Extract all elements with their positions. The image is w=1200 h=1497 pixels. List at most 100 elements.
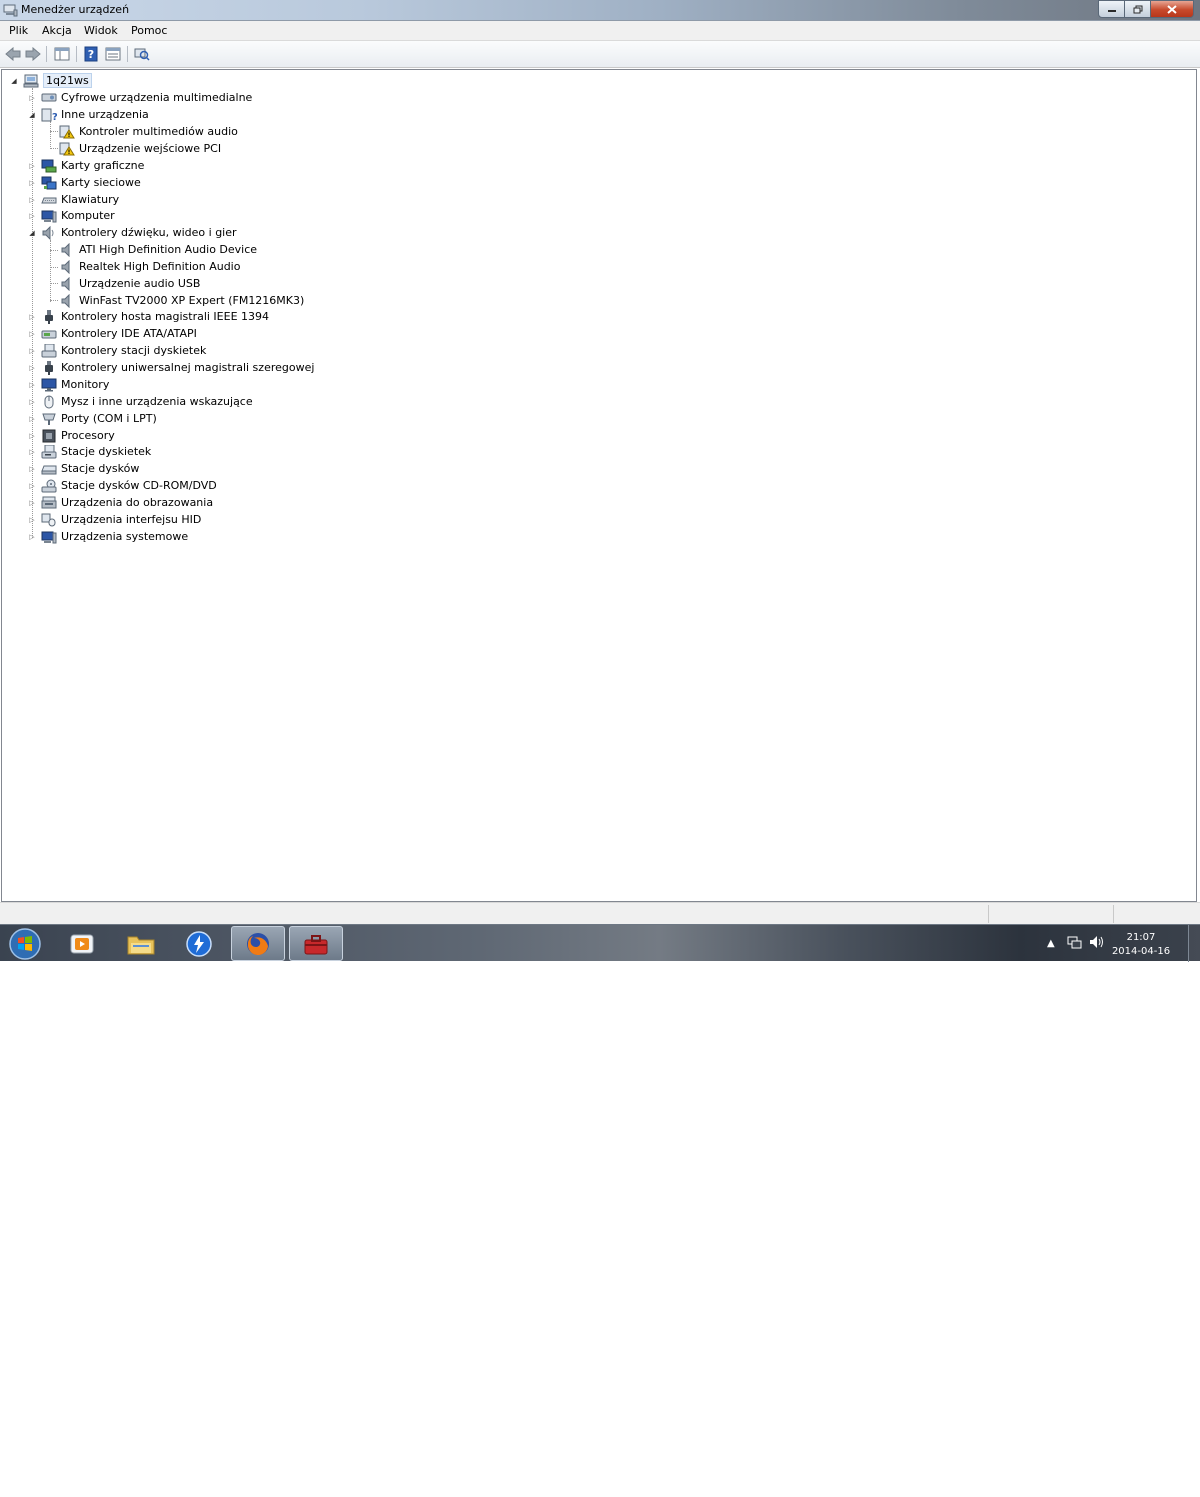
maximize-button[interactable] [1124,0,1151,18]
tree-item-ieee1394-controllers[interactable]: ▷ Kontrolery hosta magistrali IEEE 1394 [27,308,269,325]
expand-arrow-icon[interactable]: ▷ [27,414,37,424]
expand-arrow-icon[interactable]: ▷ [27,431,37,441]
device-manager-icon [3,3,18,17]
expand-arrow-icon[interactable]: ▷ [27,464,37,474]
help-button[interactable]: ? [82,45,100,63]
media-player-icon [70,934,94,953]
tree-item-disk-drives[interactable]: ▷ Stacje dysków [27,460,139,477]
console-tree-icon [54,47,70,61]
tree-item-ports[interactable]: ▷ Porty (COM i LPT) [27,410,157,427]
media-device-icon [41,91,57,105]
status-separator [1113,905,1114,923]
tree-item-pci-input-device[interactable]: Urządzenie wejściowe PCI [55,140,221,157]
expand-arrow-icon[interactable]: ▷ [27,397,37,407]
tree-item-digital-media[interactable]: ▷ Cyfrowe urządzenia multimedialne [27,89,252,106]
start-button[interactable] [5,927,45,960]
forward-button[interactable] [24,45,42,63]
show-desktop-button[interactable] [1188,925,1200,962]
tree-item-computer[interactable]: ▷ Komputer [27,207,115,224]
tree-item-audio-multimedia-controller[interactable]: Kontroler multimediów audio [55,123,238,140]
tree-item-ide-controllers[interactable]: ▷ Kontrolery IDE ATA/ATAPI [27,325,197,342]
expand-arrow-icon[interactable]: ▷ [27,498,37,508]
properties-button[interactable] [104,45,122,63]
display-adapter-icon [41,159,57,173]
clock[interactable]: 21:07 2014-04-16 [1106,931,1176,959]
expand-arrow-icon[interactable]: ▷ [27,447,37,457]
minimize-button[interactable] [1098,0,1125,18]
tree-item-cdrom-drives[interactable]: ▷ Stacje dysków CD-ROM/DVD [27,477,217,494]
expand-arrow-icon[interactable]: ▷ [27,346,37,356]
tree-item-keyboards[interactable]: ▷ Klawiatury [27,191,119,208]
expand-arrow-icon[interactable]: ▷ [27,161,37,171]
expand-arrow-icon[interactable]: ▷ [27,195,37,205]
menu-widok[interactable]: Widok [84,24,118,37]
tree-item-monitors[interactable]: ▷ Monitory [27,376,109,393]
tree-item-network-adapters[interactable]: ▷ Karty sieciowe [27,174,141,191]
taskbar-daemon-tools[interactable] [172,926,226,961]
collapse-arrow-icon[interactable]: ◢ [9,76,19,86]
expand-arrow-icon[interactable]: ▷ [27,211,37,221]
expand-arrow-icon[interactable]: ▷ [27,178,37,188]
device-tree[interactable]: ◢ 1q21ws ▷ Cyfrowe urządzenia multimedia… [1,69,1197,902]
show-hidden-icons-arrow[interactable]: ▲ [1047,938,1055,949]
close-button[interactable] [1150,0,1194,18]
tree-item-label: Porty (COM i LPT) [61,412,157,425]
network-icon[interactable] [1067,935,1083,952]
back-button[interactable] [4,45,22,63]
tree-item-imaging-devices[interactable]: ▷ Urządzenia do obrazowania [27,494,213,511]
toolbox-icon [304,934,328,954]
window-title: Menedżer urządzeń [21,3,130,16]
tree-item-label: Kontrolery hosta magistrali IEEE 1394 [61,310,270,323]
tree-item-sound-video-game-controllers[interactable]: ◢ Kontrolery dźwięku, wideo i gier [27,224,237,241]
tree-item-usb-controllers[interactable]: ▷ Kontrolery uniwersalnej magistrali sze… [27,359,314,376]
tree-item-hid-devices[interactable]: ▷ Urządzenia interfejsu HID [27,511,201,528]
menu-pomoc[interactable]: Pomoc [131,24,167,37]
show-hide-console-tree-button[interactable] [53,45,71,63]
scan-hardware-icon [134,48,150,61]
tree-item-floppy-drives[interactable]: ▷ Stacje dyskietek [27,443,151,460]
collapse-arrow-icon[interactable]: ◢ [27,110,37,120]
expand-arrow-icon[interactable]: ▷ [27,380,37,390]
tree-root-computer[interactable]: ◢ 1q21ws [9,72,92,89]
arrow-right-icon [25,47,41,61]
tree-item-ati-hd-audio[interactable]: ATI High Definition Audio Device [55,241,257,258]
title-bar[interactable]: Menedżer urządzeń [0,0,1200,21]
tree-item-mice[interactable]: ▷ Mysz i inne urządzenia wskazujące [27,393,253,410]
tree-item-usb-audio[interactable]: Urządzenie audio USB [55,275,200,292]
tree-item-system-devices[interactable]: ▷ Urządzenia systemowe [27,528,188,545]
volume-icon[interactable] [1089,935,1105,952]
tree-item-label: Karty sieciowe [61,176,141,189]
tree-item-label: Kontrolery dźwięku, wideo i gier [61,226,237,239]
tree-item-floppy-controllers[interactable]: ▷ Kontrolery stacji dyskietek [27,342,206,359]
scan-hardware-button[interactable] [133,45,151,63]
expand-arrow-icon[interactable]: ▷ [27,515,37,525]
menu-plik[interactable]: Plik [9,24,28,37]
expand-arrow-icon[interactable]: ▷ [27,93,37,103]
expand-arrow-icon[interactable]: ▷ [27,329,37,339]
menu-akcja[interactable]: Akcja [42,24,72,37]
tree-item-label: Karty graficzne [61,159,145,172]
tree-item-other-devices[interactable]: ◢ ? Inne urządzenia [27,106,149,123]
taskbar-media-player[interactable] [55,926,109,961]
expand-arrow-icon[interactable]: ▷ [27,363,37,373]
tree-item-label: Kontrolery uniwersalnej magistrali szere… [61,361,315,374]
expand-arrow-icon[interactable]: ▷ [27,481,37,491]
cdrom-icon [41,479,57,493]
expand-arrow-icon[interactable]: ▷ [27,532,37,542]
taskbar-explorer[interactable] [114,926,168,961]
firewire-icon [41,309,57,324]
expand-arrow-icon[interactable]: ▷ [27,312,37,322]
tree-item-label: Kontrolery stacji dyskietek [61,344,207,357]
warning-device-icon [59,142,75,156]
disk-drive-icon [41,462,57,476]
arrow-left-icon [5,47,21,61]
computer-icon [41,209,57,223]
tree-item-display-adapters[interactable]: ▷ Karty graficzne [27,157,144,174]
taskbar-device-manager[interactable] [289,926,343,961]
tree-item-realtek-hd-audio[interactable]: Realtek High Definition Audio [55,258,240,275]
tree-item-processors[interactable]: ▷ Procesory [27,427,115,444]
menu-bar: Plik Akcja Widok Pomoc [0,21,1200,41]
tree-item-winfast-tv[interactable]: WinFast TV2000 XP Expert (FM1216MK3) [55,292,304,309]
collapse-arrow-icon[interactable]: ◢ [27,228,37,238]
taskbar-firefox[interactable] [231,926,285,961]
